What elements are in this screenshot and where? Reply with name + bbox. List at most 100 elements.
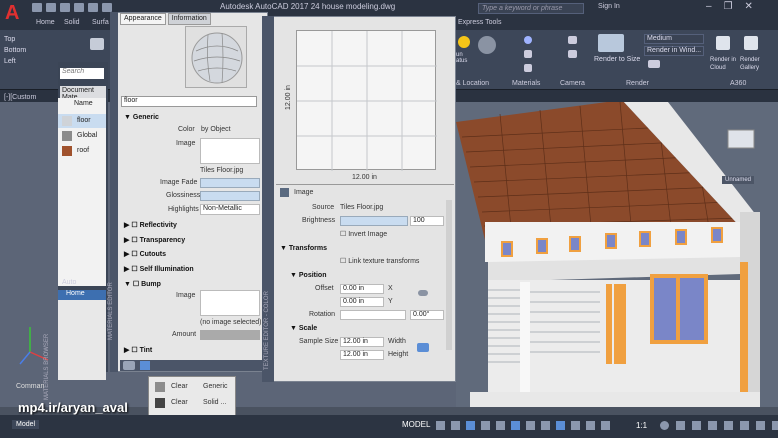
color-value[interactable]: by Object <box>201 126 231 133</box>
texture-editor-scrollbar[interactable] <box>446 200 452 350</box>
save-icon[interactable] <box>60 3 70 12</box>
render-target-select[interactable]: Render in Wind... <box>644 46 704 56</box>
viewcube[interactable] <box>727 129 755 149</box>
isolate-objects-icon[interactable] <box>740 421 749 430</box>
popup-row2-name[interactable]: Clear <box>171 399 188 406</box>
gizmo-icon[interactable] <box>601 421 610 430</box>
image-fade-slider[interactable] <box>200 178 260 188</box>
brightness-input[interactable]: 100 <box>410 216 444 226</box>
tab-express-tools[interactable]: Express Tools <box>458 19 501 26</box>
render-to-size-label[interactable]: Render to Size <box>594 56 640 63</box>
restore-icon[interactable]: ❐ <box>724 1 733 12</box>
workspace-gear-icon[interactable] <box>660 421 669 430</box>
model-layout-tab[interactable]: Model <box>12 420 40 429</box>
tab-home[interactable]: Home <box>36 19 55 26</box>
render-in-cloud-label[interactable]: Render in Cloud <box>710 56 736 72</box>
clean-screen-icon[interactable] <box>772 421 778 430</box>
material-mapping-icon[interactable] <box>524 64 532 72</box>
bump-image-slot[interactable] <box>200 290 260 316</box>
render-gallery-icon[interactable] <box>744 36 758 50</box>
open-icon[interactable] <box>46 3 56 12</box>
grid-icon[interactable] <box>436 421 445 430</box>
bump-section[interactable]: ▼ ☐ Bump <box>124 280 161 288</box>
units-icon[interactable] <box>692 421 701 430</box>
create-material-icon[interactable] <box>123 361 135 370</box>
render-preset-select[interactable]: Medium <box>644 34 704 44</box>
view-top[interactable]: Top <box>4 36 26 43</box>
rotation-input[interactable]: 0.00° <box>410 310 444 320</box>
model-space-button[interactable]: MODEL <box>402 420 430 429</box>
save-as-icon[interactable] <box>74 3 84 12</box>
sky-icon[interactable] <box>478 36 496 54</box>
open-browser-icon[interactable] <box>140 361 150 370</box>
invert-image-checkbox[interactable]: ☐ Invert Image <box>340 230 387 238</box>
materials-search-input[interactable]: Search <box>60 68 104 79</box>
width-input[interactable]: 12.00 in <box>340 337 384 347</box>
brightness-slider[interactable] <box>340 216 408 226</box>
link-transforms-checkbox[interactable]: ☐ Link texture transforms <box>340 257 419 265</box>
sign-in-link[interactable]: Sign In <box>598 3 620 10</box>
view-manager-icon[interactable] <box>90 38 104 50</box>
tab-information[interactable]: Information <box>167 13 211 25</box>
highlights-select[interactable]: Non-Metallic <box>200 204 260 215</box>
sun-status-icon[interactable] <box>458 36 470 48</box>
tab-surface[interactable]: Surfa <box>92 19 109 26</box>
undo-icon[interactable] <box>102 3 112 12</box>
popup-row1-type[interactable]: Generic <box>203 383 228 390</box>
position-section[interactable]: ▼ Position <box>290 272 327 279</box>
material-name-input[interactable]: floor <box>121 96 257 107</box>
viewport-controls-label[interactable]: [-][Custom <box>4 94 36 101</box>
library-home[interactable]: Home <box>58 290 106 300</box>
osnap-icon[interactable] <box>496 421 505 430</box>
selection-cycling-icon[interactable] <box>556 421 565 430</box>
glossiness-slider[interactable] <box>200 191 260 201</box>
named-view-label[interactable]: Unnamed <box>722 176 755 184</box>
source-value[interactable]: Tiles Floor.jpg <box>340 204 383 211</box>
material-sphere-icon[interactable] <box>524 36 532 44</box>
scale-section[interactable]: ▼ Scale <box>290 325 317 332</box>
amount-slider[interactable] <box>200 330 260 340</box>
print-icon[interactable] <box>88 3 98 12</box>
material-preview-swatch[interactable] <box>185 26 247 88</box>
library-auto-label[interactable]: Auto <box>62 279 76 286</box>
annotation-scale[interactable]: 1:1 <box>636 421 647 430</box>
material-item-roof[interactable]: roof <box>58 144 106 158</box>
lock-ui-icon[interactable] <box>724 421 733 430</box>
self-illumination-section[interactable]: ▶ ☐ Self Illumination <box>124 265 194 273</box>
dynamic-ucs-icon[interactable] <box>586 421 595 430</box>
lineweight-icon[interactable] <box>526 421 535 430</box>
texture-preview-tile[interactable] <box>296 30 437 171</box>
quick-properties-icon[interactable] <box>708 421 717 430</box>
render-in-cloud-icon[interactable] <box>716 36 730 50</box>
snap-icon[interactable] <box>451 421 460 430</box>
annotation-monitor-icon[interactable] <box>676 421 685 430</box>
material-item-floor[interactable]: floor <box>58 114 106 128</box>
height-input[interactable]: 12.00 in <box>340 350 384 360</box>
image-slot[interactable] <box>200 138 260 164</box>
ortho-icon[interactable] <box>466 421 475 430</box>
view-bottom[interactable]: Bottom <box>4 47 26 54</box>
view-left[interactable]: Left <box>4 58 26 65</box>
transparency-section[interactable]: ▶ ☐ Transparency <box>124 236 185 244</box>
camera-icon[interactable] <box>568 36 577 44</box>
polar-icon[interactable] <box>481 421 490 430</box>
column-name-header[interactable]: Name <box>74 100 93 107</box>
close-icon[interactable]: ✕ <box>745 1 753 12</box>
transparency-icon[interactable] <box>541 421 550 430</box>
render-output-icon[interactable] <box>648 60 660 68</box>
search-input[interactable]: Type a keyword or phrase <box>478 3 584 14</box>
reflectivity-section[interactable]: ▶ ☐ Reflectivity <box>124 221 177 229</box>
render-gallery-label[interactable]: Render Gallery <box>740 56 768 72</box>
minimize-icon[interactable]: – <box>706 1 712 12</box>
tab-appearance[interactable]: Appearance <box>120 13 166 25</box>
material-item-global[interactable]: Global <box>58 129 106 143</box>
rotation-slider[interactable] <box>340 310 406 320</box>
hardware-acceleration-icon[interactable] <box>756 421 765 430</box>
link-scale-icon[interactable] <box>417 343 429 352</box>
generic-section-header[interactable]: ▼ Generic <box>124 114 159 121</box>
popup-row2-type[interactable]: Solid ... <box>203 399 226 406</box>
otrack-icon[interactable] <box>511 421 520 430</box>
cutouts-section[interactable]: ▶ ☐ Cutouts <box>124 250 166 258</box>
offset-y-input[interactable]: 0.00 in <box>340 297 384 307</box>
popup-row1-name[interactable]: Clear <box>171 383 188 390</box>
